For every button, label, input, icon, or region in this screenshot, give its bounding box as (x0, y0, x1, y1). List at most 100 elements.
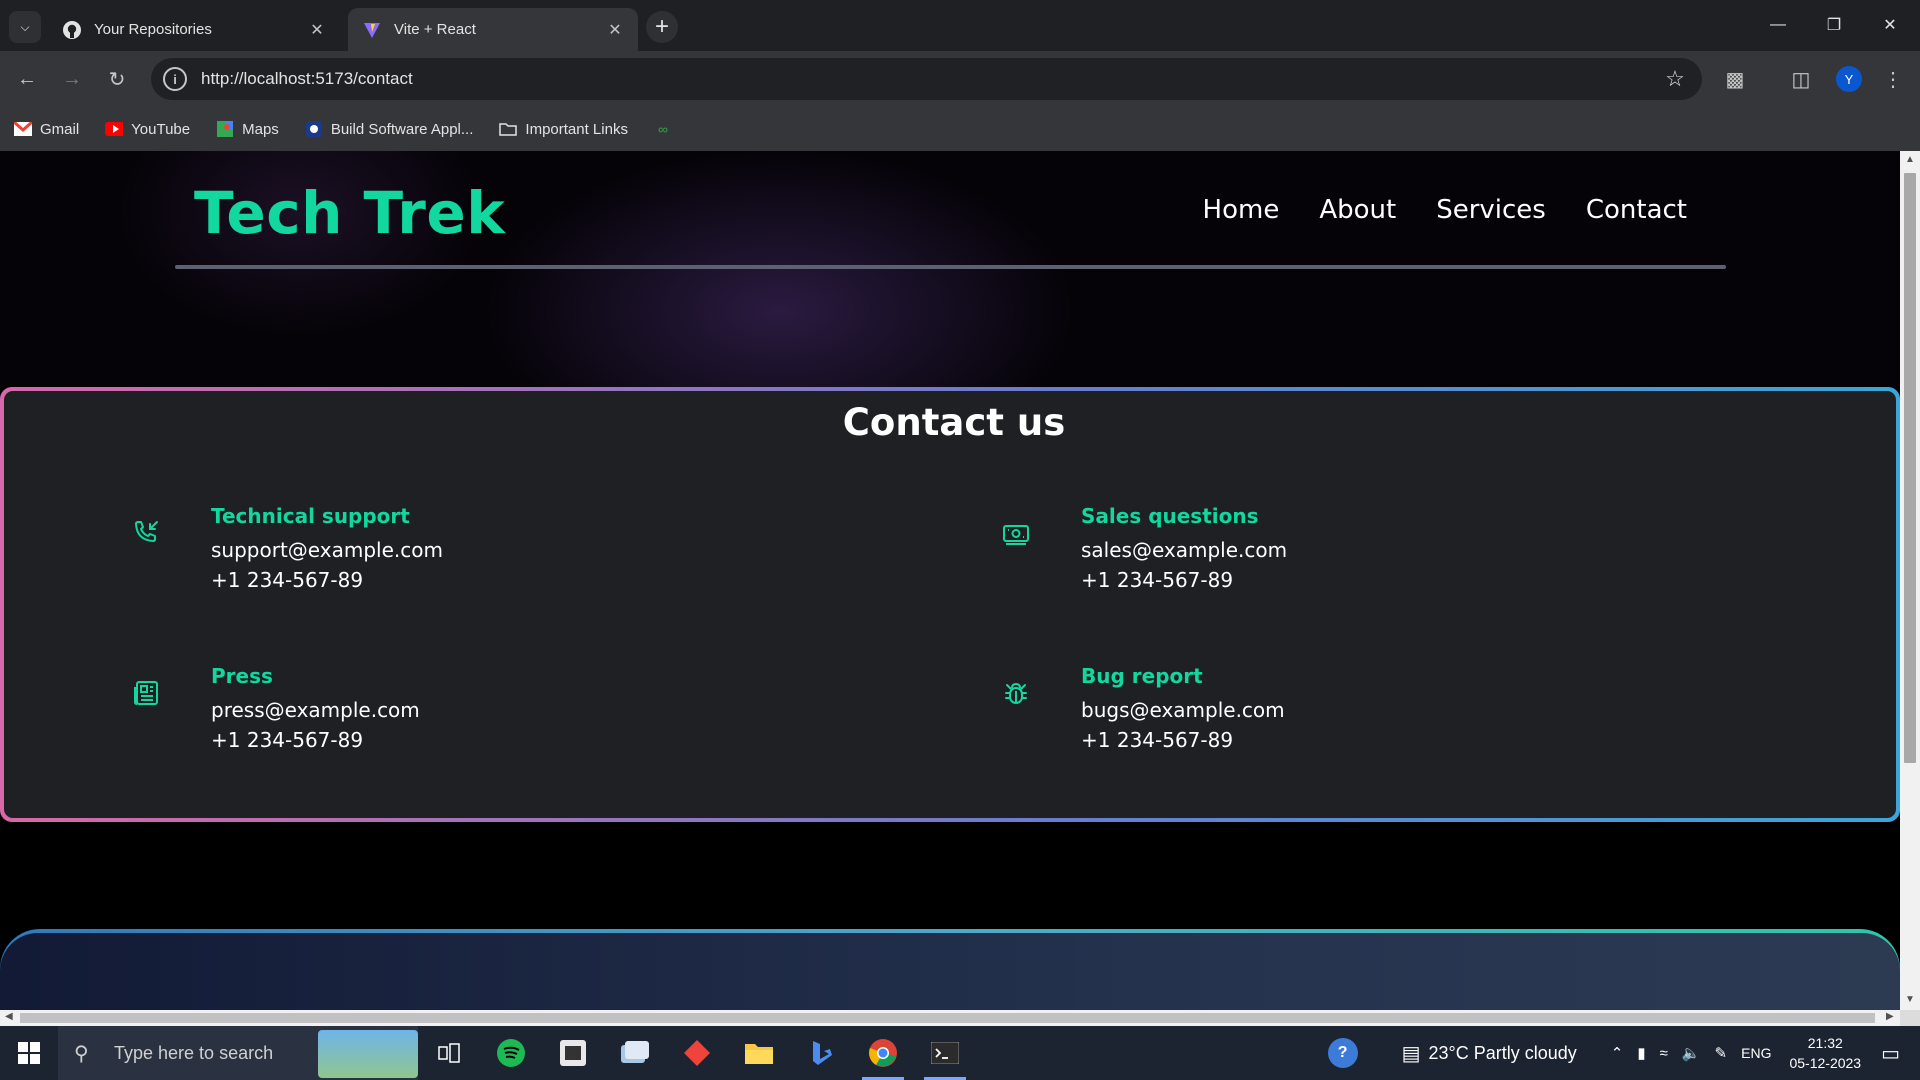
close-icon[interactable]: ✕ (308, 21, 326, 39)
scroll-up-icon[interactable]: ▲ (1905, 154, 1915, 165)
vertical-scrollbar[interactable]: ▲ ▼ (1900, 151, 1920, 1010)
forward-button[interactable]: → (55, 62, 89, 96)
scroll-thumb[interactable] (20, 1013, 1875, 1023)
bookmark-gmail[interactable]: Gmail (14, 121, 79, 138)
terminal-icon[interactable] (914, 1026, 976, 1080)
contact-card-sales: Sales questions sales@example.com +1 234… (1001, 504, 1701, 614)
github-icon (62, 20, 82, 40)
contact-section: Contact us Technical support support@exa… (0, 387, 1900, 822)
folder-icon (499, 121, 518, 137)
bookmark-youtube[interactable]: YouTube (105, 121, 190, 138)
app-icon[interactable] (542, 1026, 604, 1080)
card-phone[interactable]: +1 234-567-89 (1081, 568, 1233, 592)
bookmark-build-software[interactable]: Build Software Appl... (305, 121, 473, 138)
nav-home[interactable]: Home (1203, 195, 1280, 225)
tab-search-button[interactable]: ⌵ (9, 11, 41, 43)
card-phone[interactable]: +1 234-567-89 (1081, 728, 1233, 752)
bookmark-important-links[interactable]: Important Links (499, 121, 628, 138)
pen-icon[interactable]: ✎ (1715, 1044, 1728, 1062)
browser-toolbar: ← → ↻ i http://localhost:5173/contact ☆ … (0, 51, 1920, 107)
bookmark-geeksforgeeks[interactable]: ∞ (654, 121, 680, 137)
contact-card-press: Press press@example.com +1 234-567-89 (131, 664, 831, 774)
url-text[interactable]: http://localhost:5173/contact (201, 69, 1658, 89)
bookmark-star-icon[interactable]: ☆ (1658, 66, 1692, 92)
card-email[interactable]: bugs@example.com (1081, 698, 1285, 722)
site-logo[interactable]: Tech Trek (194, 179, 505, 247)
new-tab-button[interactable]: + (646, 11, 678, 43)
chrome-icon[interactable] (852, 1026, 914, 1080)
clock-date: 05-12-2023 (1789, 1055, 1862, 1071)
build-icon (305, 121, 323, 137)
menu-icon[interactable]: ⋮ (1876, 62, 1910, 96)
address-bar[interactable]: i http://localhost:5173/contact ☆ (151, 58, 1702, 100)
card-phone[interactable]: +1 234-567-89 (211, 568, 363, 592)
card-email[interactable]: support@example.com (211, 538, 443, 562)
scroll-right-icon[interactable]: ▶ (1886, 1011, 1894, 1022)
weather-icon: ▤ (1401, 1042, 1421, 1065)
nav-about[interactable]: About (1319, 195, 1396, 225)
wifi-icon[interactable]: ≈ (1660, 1045, 1668, 1062)
tab-title: Vite + React (394, 21, 476, 38)
extensions-icon[interactable]: ▩ (1718, 62, 1752, 96)
clock[interactable]: 21:32 05-12-2023 (1789, 1033, 1861, 1073)
reload-button[interactable]: ↻ (100, 62, 134, 96)
scroll-left-icon[interactable]: ◀ (5, 1011, 13, 1022)
language-indicator[interactable]: ENG (1741, 1045, 1771, 1061)
taskbar-search[interactable]: ⚲ Type here to search (58, 1026, 418, 1080)
photos-icon[interactable] (604, 1026, 666, 1080)
phone-icon (135, 521, 158, 542)
bookmarks-bar: Gmail YouTube Maps Build Software Appl..… (0, 107, 1920, 151)
card-email[interactable]: sales@example.com (1081, 538, 1287, 562)
site-info-icon[interactable]: i (163, 67, 187, 91)
browser-tabstrip: ⌵ Your Repositories ✕ Vite + React ✕ + —… (0, 0, 1920, 51)
system-tray: ? ▤ 23°C Partly cloudy ⌃ ▮ ≈ 🔈 ✎ ENG 21:… (1327, 1026, 1920, 1080)
notifications-icon[interactable]: ▭ (1881, 1041, 1900, 1066)
tab-vite-react[interactable]: Vite + React ✕ (348, 8, 638, 51)
maps-icon (216, 121, 234, 137)
vite-icon (362, 20, 382, 40)
help-icon[interactable]: ? (1327, 1038, 1358, 1068)
card-phone[interactable]: +1 234-567-89 (211, 728, 363, 752)
close-window-button[interactable]: ✕ (1870, 10, 1910, 40)
battery-icon[interactable]: ▮ (1637, 1044, 1645, 1062)
scroll-thumb[interactable] (1904, 173, 1916, 763)
card-title: Sales questions (1081, 504, 1259, 528)
side-panel-icon[interactable]: ◫ (1784, 62, 1818, 96)
minimize-button[interactable]: — (1758, 10, 1798, 40)
file-explorer-icon[interactable] (728, 1026, 790, 1080)
bing-icon[interactable] (790, 1026, 852, 1080)
nav-contact[interactable]: Contact (1586, 195, 1687, 225)
contact-card-technical-support: Technical support support@example.com +1… (131, 504, 831, 614)
back-button[interactable]: ← (10, 62, 44, 96)
contact-panel: Contact us Technical support support@exa… (4, 391, 1896, 818)
taskbar: ⚲ Type here to search ? ▤ 23°C Partly cl… (0, 1026, 1920, 1080)
windows-icon (18, 1042, 40, 1064)
scroll-down-icon[interactable]: ▼ (1905, 994, 1915, 1005)
weather-text[interactable]: 23°C Partly cloudy (1429, 1043, 1577, 1064)
bug-icon (1005, 682, 1027, 704)
volume-icon[interactable]: 🔈 (1682, 1044, 1701, 1062)
task-view-icon[interactable] (418, 1026, 480, 1080)
close-icon[interactable]: ✕ (606, 21, 624, 39)
avatar[interactable]: Y (1836, 66, 1862, 92)
windows-start-button[interactable] (0, 1026, 58, 1080)
contact-title: Contact us (842, 401, 1066, 444)
bookmark-maps[interactable]: Maps (216, 121, 279, 138)
tab-your-repositories[interactable]: Your Repositories ✕ (48, 8, 340, 51)
search-placeholder: Type here to search (114, 1042, 274, 1063)
spotify-icon[interactable] (480, 1026, 542, 1080)
geeksforgeeks-icon: ∞ (657, 121, 668, 137)
horizontal-scrollbar[interactable]: ◀ ▶ (0, 1010, 1900, 1026)
footer-panel-inner (0, 933, 1900, 1010)
card-title: Bug report (1081, 664, 1203, 688)
site-header: Tech Trek Home About Services Contact (0, 151, 1900, 387)
contact-card-bug-report: Bug report bugs@example.com +1 234-567-8… (1001, 664, 1701, 774)
newspaper-icon (134, 681, 158, 705)
restore-button[interactable]: ❐ (1814, 10, 1854, 40)
nav-services[interactable]: Services (1436, 195, 1546, 225)
card-email[interactable]: press@example.com (211, 698, 420, 722)
chevron-up-icon[interactable]: ⌃ (1611, 1044, 1624, 1062)
youtube-icon (105, 121, 124, 137)
anydesk-icon[interactable] (666, 1026, 728, 1080)
gmail-icon (14, 121, 32, 137)
